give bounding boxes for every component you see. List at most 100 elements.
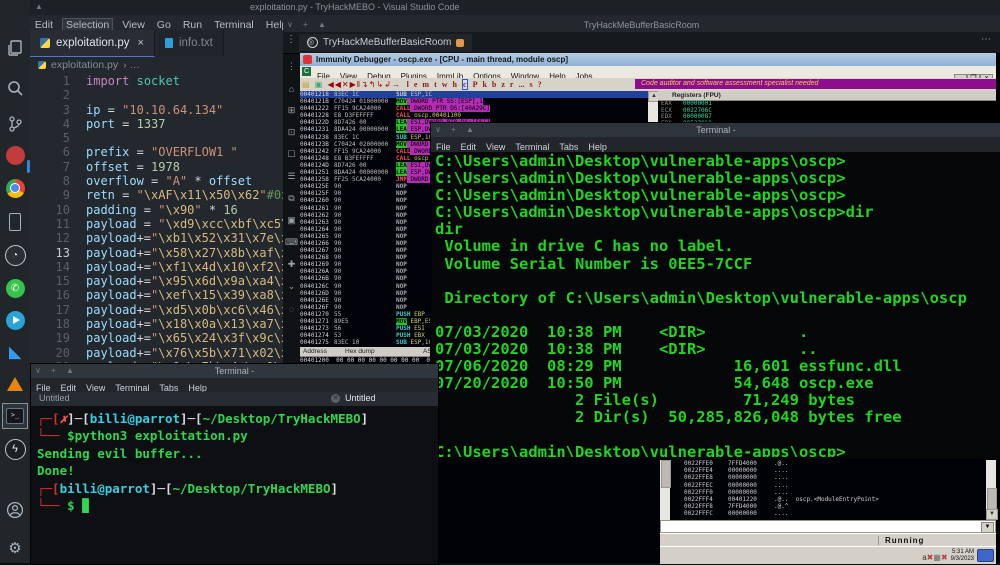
immunity-titlebar[interactable]: Immunity Debugger - oscp.exe - [CPU - ma… <box>300 53 996 66</box>
scale-icon[interactable]: ⊡ <box>288 122 296 143</box>
breadcrumb[interactable]: exploitation.py › … <box>38 57 140 72</box>
tray-icons[interactable]: a✖▦✖ <box>922 547 947 565</box>
menu-item[interactable]: ↴ <box>361 80 369 89</box>
more-options-icon[interactable]: ⋯ <box>981 34 992 45</box>
menu-item[interactable]: z <box>501 80 505 89</box>
menu-item[interactable]: ↲ <box>384 80 392 89</box>
menu-item[interactable]: l <box>407 80 409 89</box>
terminal-app-icon[interactable]: >_ <box>2 403 28 429</box>
screenshot-icon[interactable]: ▣ <box>287 210 296 231</box>
terminal-tab[interactable]: Untitled <box>39 393 70 403</box>
whatsapp-icon[interactable]: ✆ <box>3 276 27 300</box>
tray-error-icon[interactable]: ✖ <box>941 553 948 562</box>
multi-monitor-icon[interactable]: ⧉ <box>288 188 294 209</box>
keyboard-icon[interactable]: ⌨ <box>285 232 298 253</box>
menu-item[interactable]: r <box>510 80 514 89</box>
menu-item[interactable]: ... <box>518 80 524 89</box>
settings-gear-icon[interactable]: ⚙ <box>3 536 27 560</box>
remmina-toolbar[interactable]: ⋮ ⌂ ⊞ ⊡ ☐ ☰ ⧉ ▣ ⌨ ✚ ⌄ ◌ <box>283 54 300 396</box>
dropdown-icon[interactable]: ▼ <box>981 522 994 533</box>
menu-item[interactable]: t <box>434 80 437 89</box>
obs-studio-icon[interactable]: ◔ <box>3 243 27 267</box>
user-account-icon[interactable] <box>3 498 27 522</box>
terminal-menubar[interactable]: File Edit View Terminal Tabs Help <box>431 137 1000 152</box>
terminal-tab-active[interactable]: ✕ Untitled <box>331 393 376 403</box>
menu-item[interactable]: h <box>453 80 457 89</box>
tab-exploitation-py[interactable]: exploitation.py × <box>30 30 155 57</box>
attach-icon[interactable]: ▣ <box>315 80 323 89</box>
close-tab-icon[interactable]: × <box>138 37 144 49</box>
phone-device-icon[interactable] <box>3 210 27 234</box>
menu-item[interactable]: → <box>392 80 401 89</box>
tools-icon[interactable]: ✚ <box>288 254 296 275</box>
stack-scrollbar-right[interactable]: ▼ <box>986 458 998 520</box>
tab-label: Untitled <box>345 393 376 403</box>
menu-item[interactable]: k <box>482 80 486 89</box>
debug-control-icons[interactable]: ◀◀✕▶‖↴↰↳↲→ <box>328 80 401 89</box>
menu-item[interactable]: View <box>486 142 505 152</box>
disconnect-icon[interactable]: ◌ <box>289 298 294 319</box>
immunity-toolbar[interactable]: ▤ ▣ ◀◀✕▶‖↴↰↳↲→ l e m t w h c Pk b z r... s? Code au… <box>300 78 996 91</box>
menu-icon[interactable]: ☰ <box>287 166 295 187</box>
menu-item[interactable]: ▶ <box>350 80 357 89</box>
stack-pane[interactable]: 0022FFE0 7FFD4000 .@.. 0022FFE4 00000000....… <box>660 458 998 520</box>
scroll-down-icon[interactable]: ▼ <box>986 509 998 520</box>
files-explorer-icon[interactable] <box>3 36 27 60</box>
stack-scrollbar-left[interactable] <box>660 458 671 520</box>
drag-handle-icon[interactable]: ⋮ <box>286 34 296 45</box>
tray-network-icon[interactable]: ▦ <box>933 553 941 562</box>
menu-item[interactable]: s <box>529 80 532 89</box>
open-file-icon[interactable]: ▤ <box>302 80 310 89</box>
banner-text: Code auditor and software assessment spe… <box>635 79 996 89</box>
command-input[interactable]: ▼ <box>660 520 996 533</box>
menu-item[interactable]: m <box>422 80 429 89</box>
close-tab-icon[interactable]: ✕ <box>331 393 340 403</box>
menu-item[interactable]: File <box>436 142 451 152</box>
rdp-titlebar[interactable]: ∨ + ▲ TryHackMeBufferBasicRoom <box>283 18 1000 32</box>
menu-item[interactable]: Help <box>588 142 607 152</box>
taskbar-clock[interactable]: 5:31 AM 9/3/2023 <box>951 549 974 563</box>
menu-item[interactable]: Tabs <box>559 142 578 152</box>
terminal-title: Terminal - <box>214 366 255 376</box>
menu-item[interactable]: P <box>473 80 478 89</box>
menu-item[interactable]: e <box>414 80 418 89</box>
tab-label: info.txt <box>178 37 213 49</box>
system-tray[interactable]: a✖▦✖ 5:31 AM 9/3/2023 <box>922 548 994 563</box>
terminal-titlebar[interactable]: ∨ + ▲ Terminal - <box>31 364 438 378</box>
rdp-connection-tab[interactable]: ◎ TryHackMeBufferBasicRoom <box>299 34 473 51</box>
menu-item[interactable]: ? <box>538 80 542 89</box>
cpu-window-icon: C <box>302 67 311 76</box>
panel-shortcut-letters[interactable]: l e m t w h c Pk b z r... s? <box>404 79 544 90</box>
active-app-indicator <box>27 160 30 173</box>
chrome-icon[interactable] <box>3 176 27 200</box>
menu-item[interactable]: Terminal <box>515 142 549 152</box>
terminal-output[interactable]: ┌─[✗]─[billi@parrot]─[~/Desktop/TryHackM… <box>37 410 432 560</box>
vlc-icon[interactable] <box>3 372 27 396</box>
terminal-output[interactable]: C:\Users\admin\Desktop\vulnerable-apps\o… <box>435 153 997 457</box>
home-icon[interactable]: ⌂ <box>289 78 294 99</box>
menu-item[interactable]: Edit <box>461 142 477 152</box>
search-icon[interactable] <box>3 76 27 100</box>
vscode-app-icon[interactable]: ◣ <box>3 340 27 364</box>
vscode-titlebar[interactable]: ∨ + ▲ exploitation.py - TryHackMEBO - Vi… <box>0 0 1000 15</box>
menu-item[interactable]: ✕ <box>342 80 350 89</box>
telegram-icon[interactable] <box>3 308 27 332</box>
minimize-icon[interactable]: ⌄ <box>288 276 296 297</box>
menu-item[interactable]: ◀◀ <box>328 80 342 89</box>
fullscreen-icon[interactable]: ⊞ <box>288 100 296 121</box>
dynamic-res-icon[interactable]: ☐ <box>287 144 295 165</box>
power-bolt-icon[interactable]: ϟ <box>3 437 27 461</box>
terminal-titlebar[interactable]: ∨ + ▲ Terminal - <box>431 123 1000 137</box>
menu-item[interactable]: c <box>462 79 468 90</box>
immunity-menubar[interactable]: C File View Debug Plugins ImmLib Options Windo… <box>300 66 996 85</box>
keyboard-layout-icon[interactable] <box>977 549 994 562</box>
menu-item[interactable]: w <box>442 80 448 89</box>
tab-info-txt[interactable]: info.txt <box>154 30 224 56</box>
menu-item[interactable]: b <box>492 80 496 89</box>
grip-icon[interactable]: ⋮ <box>287 56 296 77</box>
windows-taskbar[interactable]: a✖▦✖ 5:31 AM 9/3/2023 <box>660 546 996 564</box>
terminal-menubar[interactable]: File Edit View Terminal Tabs Help <box>31 378 438 393</box>
rdp-tabbar: ⋮ ◎ TryHackMeBufferBasicRoom ⋯ <box>283 32 1000 53</box>
source-control-icon[interactable] <box>3 112 27 136</box>
parrot-menu-icon[interactable] <box>3 143 27 167</box>
